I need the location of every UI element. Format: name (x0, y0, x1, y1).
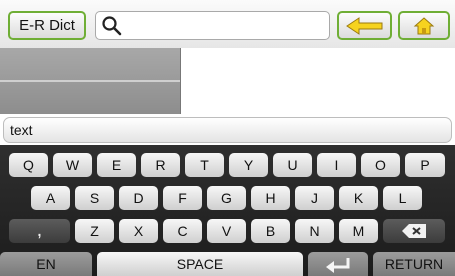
key-f[interactable]: F (163, 186, 202, 210)
search-input[interactable] (95, 11, 330, 40)
key-k[interactable]: K (339, 186, 378, 210)
space-key[interactable]: SPACE (97, 252, 303, 276)
backspace-key[interactable] (383, 219, 445, 243)
key-w[interactable]: W (53, 153, 92, 177)
home-icon (413, 16, 435, 34)
key-m[interactable]: M (339, 219, 378, 243)
key-v[interactable]: V (207, 219, 246, 243)
key-h[interactable]: H (251, 186, 290, 210)
key-g[interactable]: G (207, 186, 246, 210)
home-button[interactable] (398, 11, 450, 40)
key-q[interactable]: Q (9, 153, 48, 177)
key-i[interactable]: I (317, 153, 356, 177)
key-s[interactable]: S (75, 186, 114, 210)
key-j[interactable]: J (295, 186, 334, 210)
key-z[interactable]: Z (75, 219, 114, 243)
key-p[interactable]: P (405, 153, 445, 177)
arrow-left-icon (345, 16, 382, 35)
toolbar: E-R Dict (0, 0, 455, 48)
on-screen-keyboard: Q W E R T Y U I O P A S D F G H J K L , … (0, 145, 455, 276)
word-bar: text (0, 114, 455, 145)
key-u[interactable]: U (273, 153, 312, 177)
key-r[interactable]: R (141, 153, 180, 177)
key-a[interactable]: A (31, 186, 70, 210)
key-d[interactable]: D (119, 186, 158, 210)
key-t[interactable]: T (185, 153, 224, 177)
key-x[interactable]: X (119, 219, 158, 243)
key-l[interactable]: L (383, 186, 422, 210)
enter-key[interactable] (308, 252, 368, 276)
key-y[interactable]: Y (229, 153, 268, 177)
back-button[interactable] (337, 11, 392, 40)
word-input[interactable]: text (3, 117, 452, 143)
word-list-panel[interactable] (0, 48, 181, 114)
key-n[interactable]: N (295, 219, 334, 243)
key-o[interactable]: O (361, 153, 400, 177)
key-c[interactable]: C (163, 219, 202, 243)
word-list-divider (0, 80, 180, 82)
return-key[interactable]: RETURN (373, 252, 455, 276)
key-b[interactable]: B (251, 219, 290, 243)
enter-icon (326, 258, 350, 273)
search-icon (102, 16, 122, 36)
key-e[interactable]: E (97, 153, 136, 177)
dictionary-selector-button[interactable]: E-R Dict (8, 11, 86, 40)
translation-panel (181, 48, 455, 114)
language-key[interactable]: EN (0, 252, 92, 276)
backspace-icon (402, 224, 426, 238)
key-comma[interactable]: , (9, 219, 70, 243)
